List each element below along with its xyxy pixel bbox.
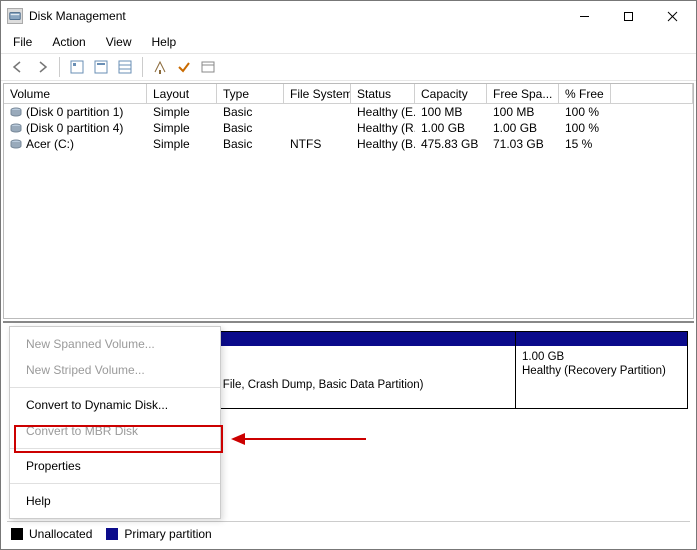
partition-box[interactable]: 1.00 GB Healthy (Recovery Partition)	[516, 331, 688, 409]
minimize-button[interactable]	[562, 2, 606, 30]
table-row[interactable]: Acer (C:) Simple Basic NTFS Healthy (B..…	[4, 136, 693, 152]
legend-primary: Primary partition	[124, 527, 211, 541]
properties-icon[interactable]	[197, 56, 219, 78]
window-title: Disk Management	[29, 9, 126, 23]
column-header-pctfree[interactable]: % Free	[559, 84, 611, 104]
column-header-freespace[interactable]: Free Spa...	[487, 84, 559, 104]
menu-item-convert-dynamic[interactable]: Convert to Dynamic Disk...	[10, 392, 220, 418]
cell-volume: (Disk 0 partition 4)	[26, 121, 123, 135]
cell-type: Basic	[217, 121, 284, 135]
legend-unallocated: Unallocated	[29, 527, 92, 541]
menubar: File Action View Help	[1, 31, 696, 53]
settings-icon[interactable]	[66, 56, 88, 78]
maximize-button[interactable]	[606, 2, 650, 30]
cell-free: 100 MB	[487, 105, 559, 119]
list-view-icon[interactable]	[114, 56, 136, 78]
menu-item-new-spanned: New Spanned Volume...	[10, 331, 220, 357]
menu-item-new-striped: New Striped Volume...	[10, 357, 220, 383]
table-row[interactable]: (Disk 0 partition 4) Simple Basic Health…	[4, 120, 693, 136]
swatch-primary	[106, 528, 118, 540]
volume-rows: (Disk 0 partition 1) Simple Basic Health…	[4, 104, 693, 152]
column-header-layout[interactable]: Layout	[147, 84, 217, 104]
volume-icon	[10, 122, 22, 134]
column-header-capacity[interactable]: Capacity	[415, 84, 487, 104]
app-icon	[7, 8, 23, 24]
menu-separator	[10, 483, 220, 484]
toolbar-separator	[142, 57, 143, 77]
cell-layout: Simple	[147, 121, 217, 135]
cell-fs: NTFS	[284, 137, 351, 151]
table-row[interactable]: (Disk 0 partition 1) Simple Basic Health…	[4, 104, 693, 120]
titlebar: Disk Management	[1, 1, 696, 31]
cell-status: Healthy (E...	[351, 105, 415, 119]
close-button[interactable]	[650, 2, 694, 30]
cell-type: Basic	[217, 137, 284, 151]
column-header-blank	[611, 84, 693, 104]
cell-capacity: 1.00 GB	[415, 121, 487, 135]
action-icon[interactable]	[149, 56, 171, 78]
cell-volume: (Disk 0 partition 1)	[26, 105, 123, 119]
check-icon[interactable]	[173, 56, 195, 78]
volume-icon	[10, 138, 22, 150]
menu-file[interactable]: File	[5, 33, 40, 51]
forward-button[interactable]	[31, 56, 53, 78]
partition-status: Healthy (Recovery Partition)	[522, 365, 666, 377]
volume-list: Volume Layout Type File System Status Ca…	[3, 83, 694, 319]
cell-status: Healthy (R...	[351, 121, 415, 135]
volume-list-header: Volume Layout Type File System Status Ca…	[4, 84, 693, 104]
annotation-arrow-icon	[231, 429, 371, 449]
cell-free: 71.03 GB	[487, 137, 559, 151]
column-header-type[interactable]: Type	[217, 84, 284, 104]
cell-free: 1.00 GB	[487, 121, 559, 135]
cell-volume: Acer (C:)	[26, 137, 74, 151]
partition-size: 1.00 GB	[522, 351, 564, 363]
menu-separator	[10, 448, 220, 449]
back-button[interactable]	[7, 56, 29, 78]
cell-pct: 100 %	[559, 105, 611, 119]
menu-separator	[10, 387, 220, 388]
volume-icon	[10, 106, 22, 118]
column-header-status[interactable]: Status	[351, 84, 415, 104]
legend: Unallocated Primary partition	[7, 521, 690, 543]
cell-type: Basic	[217, 105, 284, 119]
cell-capacity: 475.83 GB	[415, 137, 487, 151]
refresh-icon[interactable]	[90, 56, 112, 78]
menu-item-properties[interactable]: Properties	[10, 453, 220, 479]
column-header-volume[interactable]: Volume	[4, 84, 147, 104]
cell-pct: 100 %	[559, 121, 611, 135]
menu-help[interactable]: Help	[144, 33, 185, 51]
toolbar-separator	[59, 57, 60, 77]
toolbar	[1, 53, 696, 81]
menu-item-help[interactable]: Help	[10, 488, 220, 514]
column-header-filesystem[interactable]: File System	[284, 84, 351, 104]
menu-item-convert-mbr: Convert to MBR Disk	[10, 418, 220, 444]
cell-pct: 15 %	[559, 137, 611, 151]
cell-layout: Simple	[147, 105, 217, 119]
cell-layout: Simple	[147, 137, 217, 151]
cell-status: Healthy (B...	[351, 137, 415, 151]
menu-action[interactable]: Action	[44, 33, 93, 51]
context-menu: New Spanned Volume... New Striped Volume…	[9, 326, 221, 519]
menu-view[interactable]: View	[98, 33, 140, 51]
cell-capacity: 100 MB	[415, 105, 487, 119]
swatch-unallocated	[11, 528, 23, 540]
